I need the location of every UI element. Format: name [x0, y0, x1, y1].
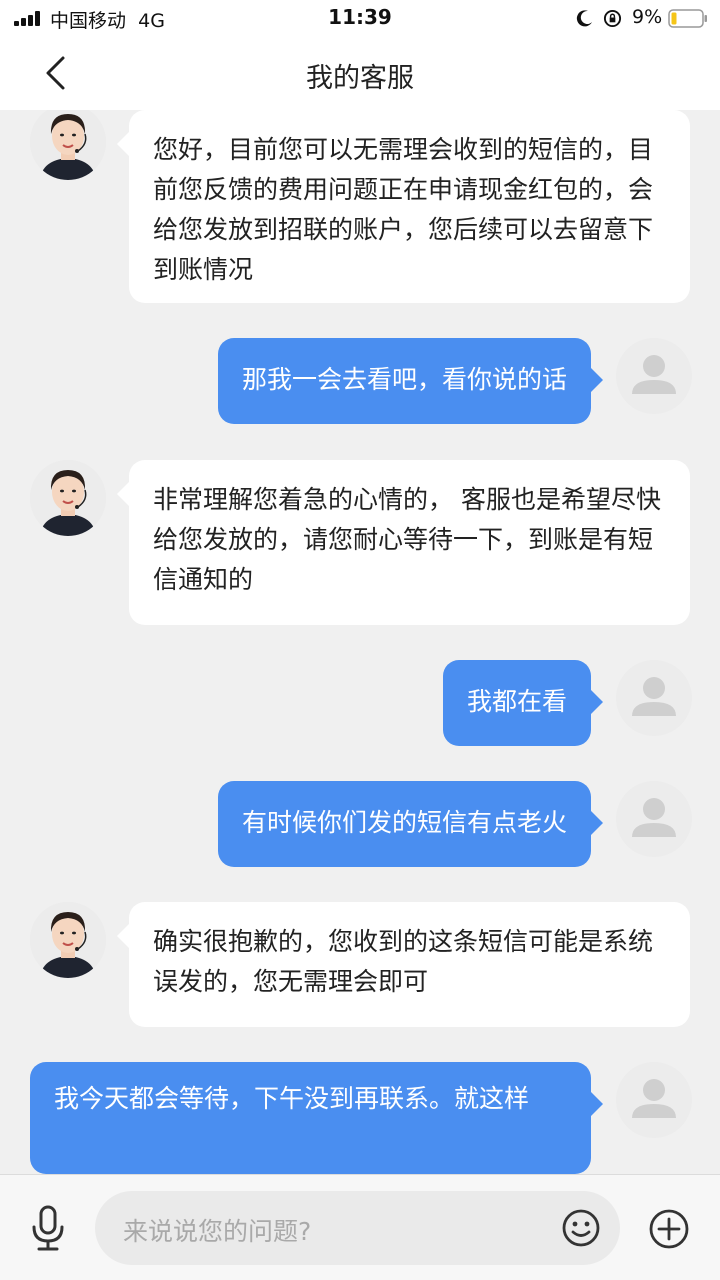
chat-message-user: 有时候你们发的短信有点老火	[0, 781, 720, 871]
voice-input-button[interactable]	[28, 1205, 68, 1253]
message-bubble[interactable]: 有时候你们发的短信有点老火	[217, 781, 604, 867]
agent-avatar	[30, 460, 106, 536]
agent-avatar	[30, 902, 106, 978]
chat-message-user: 那我一会去看吧，看你说的话	[0, 338, 720, 428]
message-bubble[interactable]: 那我一会去看吧，看你说的话	[217, 338, 604, 424]
battery-icon	[668, 9, 707, 28]
nav-bar: 我的客服	[0, 36, 720, 110]
user-avatar	[616, 781, 692, 857]
message-bubble[interactable]: 确实很抱歉的，您收到的这条短信可能是系统误发的，您无需理会即可	[117, 902, 690, 1027]
agent-avatar	[30, 110, 106, 180]
more-options-button[interactable]	[648, 1208, 690, 1250]
emoji-button[interactable]	[561, 1208, 601, 1248]
plus-circle-icon	[649, 1209, 689, 1249]
person-icon	[632, 798, 676, 837]
battery-percent: 9%	[632, 6, 663, 28]
message-bubble[interactable]: 您好，目前您可以无需理会收到的短信的，目前您反馈的费用问题正在申请现金红包的，会…	[117, 110, 690, 303]
chat-message-list[interactable]: 您好，目前您可以无需理会收到的短信的，目前您反馈的费用问题正在申请现金红包的，会…	[0, 110, 720, 1174]
person-icon	[632, 1079, 676, 1118]
user-avatar	[616, 660, 692, 736]
chat-message-agent: 确实很抱歉的，您收到的这条短信可能是系统误发的，您无需理会即可	[0, 902, 720, 1032]
person-icon	[632, 355, 676, 394]
chat-message-user: 我今天都会等待，下午没到再联系。就这样	[0, 1062, 720, 1174]
moon-icon	[576, 10, 592, 27]
microphone-icon	[32, 1205, 64, 1251]
message-bubble[interactable]: 非常理解您着急的心情的， 客服也是希望尽快给您发放的，请您耐心等待一下，到账是有…	[117, 460, 690, 625]
person-icon	[632, 677, 676, 716]
emoji-icon	[562, 1209, 600, 1247]
chat-message-user: 我都在看	[0, 660, 720, 750]
status-bar: 中国移动 4G 11:39 9%	[0, 0, 720, 36]
message-input-bar: 来说说您的问题?	[0, 1174, 720, 1280]
input-placeholder: 来说说您的问题?	[123, 1217, 312, 1246]
rotation-lock-icon	[603, 9, 622, 28]
chat-message-agent: 您好，目前您可以无需理会收到的短信的，目前您反馈的费用问题正在申请现金红包的，会…	[0, 110, 720, 310]
message-bubble[interactable]: 我都在看	[442, 660, 604, 746]
user-avatar	[616, 338, 692, 414]
page-title: 我的客服	[306, 63, 414, 94]
message-bubble[interactable]: 我今天都会等待，下午没到再联系。就这样	[30, 1062, 603, 1174]
user-avatar	[616, 1062, 692, 1138]
message-input[interactable]: 来说说您的问题?	[95, 1191, 620, 1265]
chat-message-agent: 非常理解您着急的心情的， 客服也是希望尽快给您发放的，请您耐心等待一下，到账是有…	[0, 460, 720, 630]
